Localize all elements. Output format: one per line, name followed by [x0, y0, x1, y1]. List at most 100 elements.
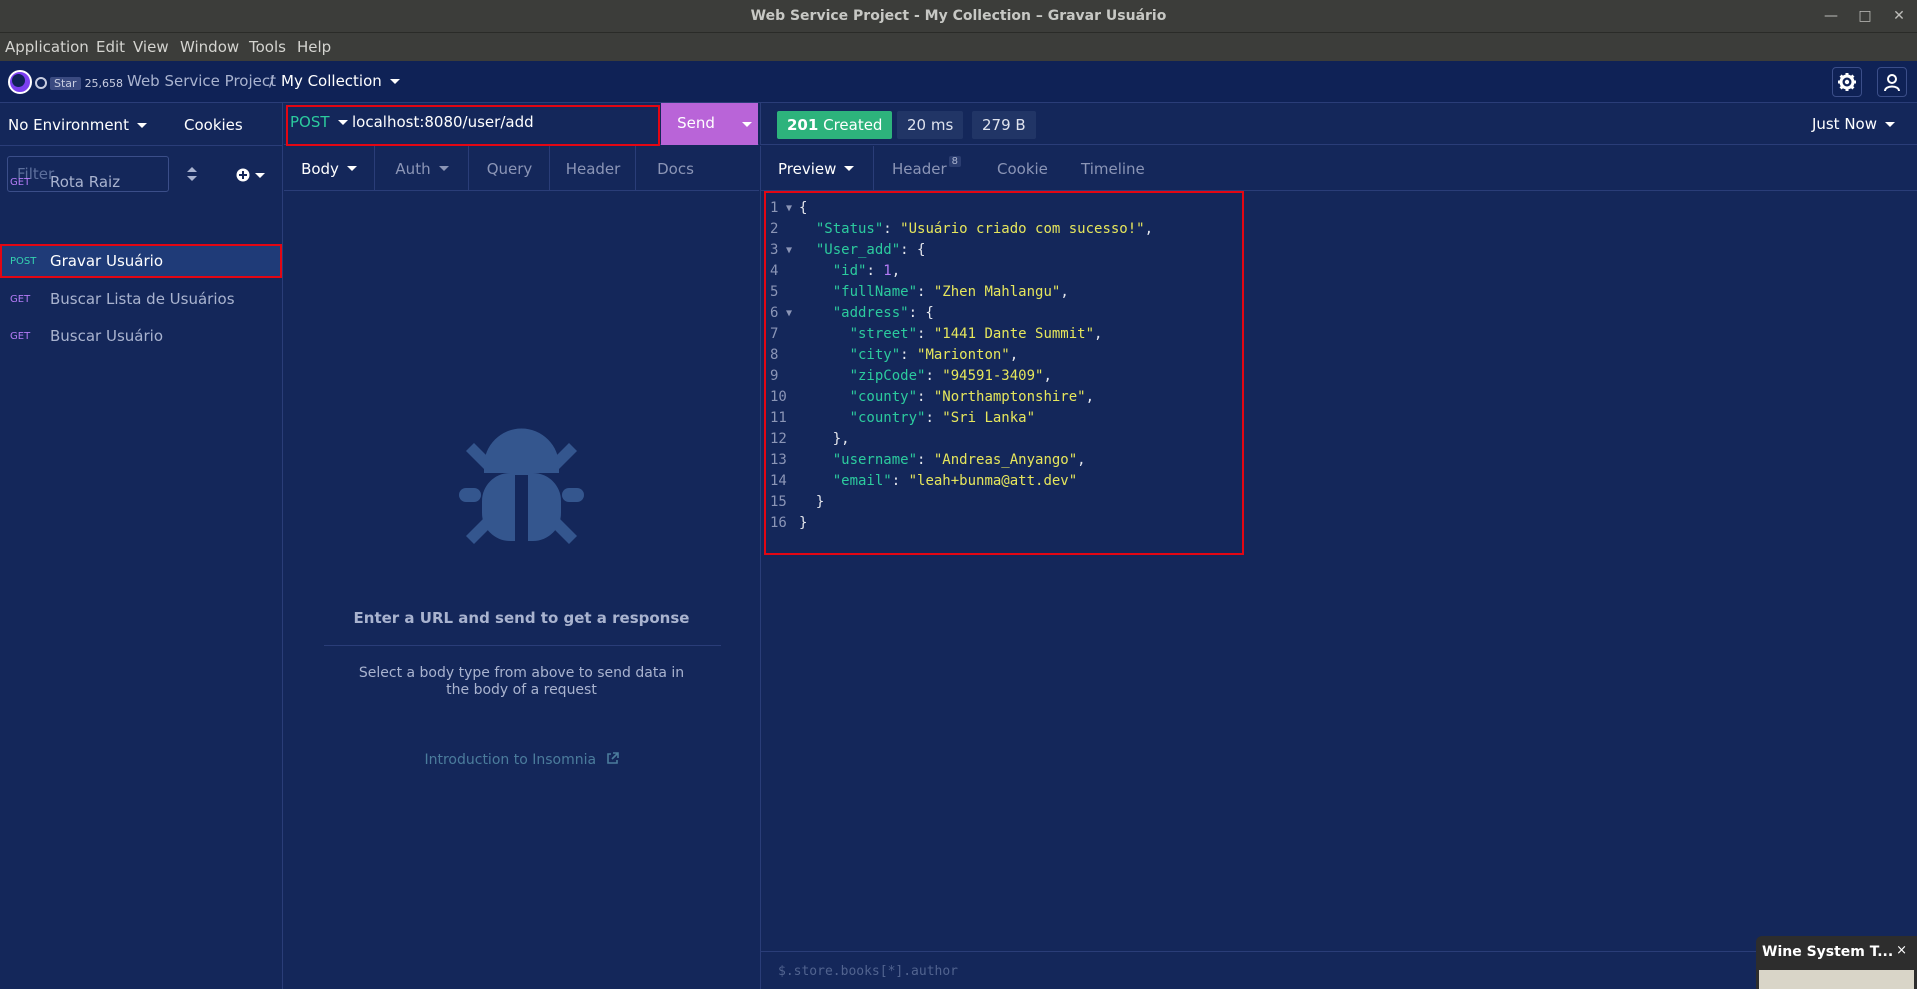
breadcrumb-separator: /	[269, 72, 275, 90]
app-header: Star 25,658 Web Service Project / My Col…	[0, 61, 1917, 103]
line-number: 9	[770, 368, 779, 384]
response-size-badge: 279 B	[972, 111, 1036, 139]
request-method-badge: GET	[10, 177, 31, 188]
line-number: 10	[770, 389, 787, 405]
tab-response-header[interactable]: Header 8	[892, 146, 961, 191]
chevron-down-icon	[136, 122, 147, 128]
code-text: }	[799, 515, 808, 531]
github-star-count: 25,658	[84, 76, 124, 90]
code-text: "zipCode": "94591-3409",	[849, 368, 1052, 384]
gear-icon	[1838, 73, 1856, 91]
popup-close-button[interactable]: ×	[1896, 943, 1907, 958]
sidebar-item-buscar-usuario[interactable]: GET Buscar Usuário	[0, 319, 282, 353]
url-input[interactable]: localhost:8080/user/add	[352, 113, 534, 131]
sidebar-item-rota-raiz[interactable]: GET Rota Raiz	[0, 165, 282, 199]
chevron-down-icon	[438, 166, 449, 171]
code-text: "county": "Northamptonshire",	[849, 389, 1095, 405]
code-text: "address": {	[832, 305, 934, 321]
tab-body[interactable]: Body	[284, 146, 375, 191]
method-dropdown[interactable]: POST	[290, 113, 348, 131]
line-number: 7	[770, 326, 779, 342]
github-star-label: Star	[50, 76, 81, 90]
tab-docs[interactable]: Docs	[637, 146, 714, 191]
code-text: "username": "Andreas_Anyango",	[832, 452, 1086, 468]
external-link-icon	[606, 752, 619, 764]
line-number: 4	[770, 263, 779, 279]
code-text: "Status": "Usuário criado com sucesso!",	[815, 221, 1154, 237]
empty-state-title: Enter a URL and send to get a response	[353, 609, 690, 627]
menu-application[interactable]: Application	[5, 38, 89, 56]
code-text: },	[799, 431, 850, 447]
sidebar-divider	[0, 145, 282, 146]
tab-query[interactable]: Query	[470, 146, 550, 191]
empty-state-divider	[324, 645, 721, 646]
menu-tools[interactable]: Tools	[249, 38, 286, 56]
tab-auth-label: Auth	[395, 159, 431, 178]
menu-edit[interactable]: Edit	[96, 38, 125, 56]
menu-bar: Application Edit View Window Tools Help	[0, 33, 1917, 61]
user-icon	[1884, 74, 1900, 92]
menu-window[interactable]: Window	[180, 38, 239, 56]
url-bar: POST localhost:8080/user/add Send	[284, 103, 759, 146]
sidebar: No Environment Cookies GET Rota Raiz POS…	[0, 103, 283, 989]
line-number: 14	[770, 473, 787, 489]
code-text: "id": 1,	[832, 263, 901, 279]
response-tabs: Preview Header 8 Cookie Timeline	[760, 146, 1917, 191]
response-preview: 1 ▼{2 "Status": "Usuário criado com suces…	[760, 191, 1917, 951]
fold-toggle-icon[interactable]: ▼	[786, 198, 792, 219]
fold-toggle-icon[interactable]: ▼	[786, 240, 792, 261]
tab-auth[interactable]: Auth	[376, 146, 469, 191]
chevron-down-icon	[1885, 121, 1895, 127]
history-dropdown[interactable]: Just Now	[1812, 115, 1895, 133]
settings-button[interactable]	[1832, 67, 1862, 97]
sidebar-item-gravar-usuario[interactable]: POST Gravar Usuário	[0, 244, 282, 278]
header-count-badge: 8	[948, 156, 961, 167]
request-name: Buscar Usuário	[50, 327, 163, 345]
intro-link[interactable]: Introduction to Insomnia	[284, 752, 759, 768]
send-button[interactable]: Send	[661, 103, 758, 145]
jsonpath-filter[interactable]: $.store.books[*].author	[760, 951, 1917, 989]
menu-view[interactable]: View	[133, 38, 169, 56]
account-button[interactable]	[1877, 67, 1907, 97]
sidebar-item-buscar-lista-de-usuarios[interactable]: GET Buscar Lista de Usuários	[0, 282, 282, 316]
method-label: POST	[290, 113, 330, 131]
tab-preview[interactable]: Preview	[778, 146, 855, 191]
send-options-chevron-icon[interactable]	[742, 122, 752, 127]
github-icon	[35, 77, 47, 89]
request-method-badge: GET	[10, 294, 31, 305]
breadcrumb-project[interactable]: Web Service Project	[127, 72, 276, 90]
breadcrumb-collection: My Collection	[281, 72, 382, 90]
request-name: Rota Raiz	[50, 173, 121, 191]
code-text: }	[799, 494, 825, 510]
tab-cookie[interactable]: Cookie	[997, 146, 1048, 191]
history-label: Just Now	[1811, 115, 1877, 133]
tab-timeline[interactable]: Timeline	[1081, 146, 1145, 191]
github-star-widget[interactable]: Star 25,658	[35, 75, 123, 91]
request-tabs: Body Auth Query Header Docs	[284, 146, 759, 191]
close-icon[interactable]: ✕	[1888, 6, 1910, 26]
chevron-down-icon	[337, 119, 348, 125]
collection-dropdown[interactable]: My Collection	[281, 72, 400, 90]
menu-help[interactable]: Help	[297, 38, 331, 56]
empty-state-description: Select a body type from above to send da…	[358, 665, 685, 698]
status-text: Created	[823, 116, 883, 134]
insomnia-logo-icon[interactable]	[8, 70, 32, 94]
request-name: Gravar Usuário	[50, 252, 163, 270]
notification-popup[interactable]: Wine System T... ×	[1756, 936, 1917, 989]
cookies-button[interactable]: Cookies	[184, 116, 243, 134]
line-number: 5	[770, 284, 779, 300]
maximize-icon[interactable]: □	[1854, 6, 1876, 26]
line-number: 11	[770, 410, 787, 426]
line-number: 13	[770, 452, 787, 468]
chevron-down-icon	[389, 78, 400, 84]
tab-body-label: Body	[301, 159, 339, 178]
json-highlight-box: 1 ▼{2 "Status": "Usuário criado com suces…	[764, 191, 1244, 555]
fold-toggle-icon[interactable]: ▼	[786, 303, 792, 324]
intro-link-label: Introduction to Insomnia	[424, 752, 597, 768]
minimize-icon[interactable]: —	[1820, 6, 1842, 26]
window-titlebar: Web Service Project - My Collection – Gr…	[0, 0, 1917, 33]
tab-preview-label: Preview	[778, 159, 837, 178]
environment-dropdown[interactable]: No Environment	[8, 116, 147, 134]
line-number: 15	[770, 494, 787, 510]
tab-header[interactable]: Header	[551, 146, 636, 191]
